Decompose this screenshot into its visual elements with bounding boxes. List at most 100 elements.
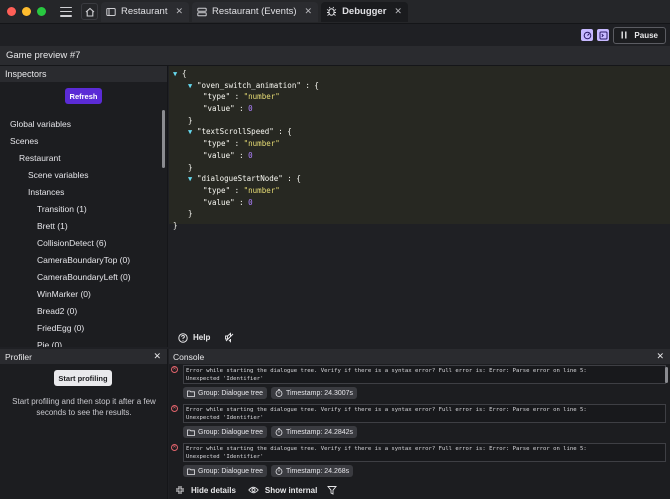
expand-caret-icon[interactable]: ▼ (188, 81, 197, 93)
profiler-panel: Profiler ✕ Start profiling Start profili… (0, 349, 168, 499)
group-chip[interactable]: Group: Dialogue tree (183, 387, 267, 399)
tree-item[interactable]: CollisionDetect (6) (0, 235, 160, 252)
tree-item[interactable]: Bread2 (0) (0, 303, 160, 320)
expand-caret-icon[interactable]: ▼ (188, 127, 197, 139)
hide-details-label: Hide details (191, 485, 236, 495)
open-profiler-button[interactable] (581, 29, 594, 41)
folder-icon (187, 390, 195, 397)
inspector-tree: Global variables Scenes Restaurant Scene va… (0, 116, 160, 347)
code-line: } (173, 220, 178, 230)
log-meta: Group: Dialogue tree Timestamp: 24.2842s (183, 426, 358, 438)
timestamp-chip[interactable]: Timestamp: 24.2842s (270, 426, 358, 438)
code-type-line: "type" : "number" (203, 139, 280, 149)
hide-details-button[interactable]: Hide details (175, 485, 236, 495)
close-tab-icon[interactable]: ✕ (305, 6, 313, 17)
tab-debugger[interactable]: Debugger ✕ (321, 1, 408, 22)
home-icon (85, 7, 94, 17)
events-icon (197, 7, 207, 16)
refresh-button[interactable]: Refresh (65, 88, 102, 104)
log-meta: Group: Dialogue tree Timestamp: 24.3007s (183, 387, 358, 399)
gauge-icon (583, 31, 592, 39)
stopwatch-icon (275, 389, 283, 397)
timestamp-chip[interactable]: Timestamp: 24.3007s (270, 387, 358, 399)
home-tab[interactable] (81, 3, 98, 20)
tab-restaurant-events[interactable]: Restaurant (Events) ✕ (192, 1, 319, 22)
open-console-button[interactable] (597, 29, 610, 41)
close-window-button[interactable] (7, 7, 16, 16)
zoom-window-button[interactable] (37, 7, 46, 16)
terminal-icon (599, 31, 608, 39)
start-profiling-button[interactable]: Start profiling (54, 370, 112, 386)
profiler-header: Profiler ✕ (0, 349, 167, 364)
code-variable-name: ▼ "textScrollSpeed" : { (169, 126, 670, 138)
close-profiler-icon[interactable]: ✕ (153, 351, 161, 362)
profiler-title: Profiler (5, 351, 32, 362)
show-internal-label: Show internal (264, 485, 318, 495)
help-icon (178, 332, 188, 343)
help-label: Help (193, 333, 211, 342)
scene-icon (106, 7, 116, 16)
timestamp-label: Timestamp: 24.268s (285, 467, 350, 475)
console-header: Console ✕ (169, 349, 670, 364)
filter-icon[interactable] (327, 485, 338, 495)
group-chip[interactable]: Group: Dialogue tree (183, 465, 267, 477)
inspectors-scrollbar[interactable] (162, 110, 165, 168)
hamburger-menu-icon[interactable] (60, 6, 72, 17)
console-footer: Hide details Show internal (175, 485, 338, 495)
tree-item[interactable]: CameraBoundaryTop (0) (0, 252, 160, 269)
stopwatch-icon (275, 467, 283, 475)
tree-item[interactable]: WinMarker (0) (0, 286, 160, 303)
eye-icon (248, 486, 259, 494)
close-tab-icon[interactable]: ✕ (394, 6, 402, 17)
inspectors-title-text: Inspectors (5, 69, 47, 79)
tree-item[interactable]: FriedEgg (0) (0, 320, 160, 337)
expand-caret-icon[interactable]: ▼ (173, 69, 182, 81)
tab-label: Restaurant (121, 6, 168, 17)
group-label: Group: Dialogue tree (198, 389, 263, 397)
timestamp-chip[interactable]: Timestamp: 24.268s (270, 465, 354, 477)
tree-item[interactable]: Restaurant (0, 150, 160, 167)
tree-item[interactable]: Global variables (0, 116, 160, 133)
tree-item[interactable]: Brett (1) (0, 218, 160, 235)
tree-item[interactable]: Scenes (0, 133, 160, 150)
tab-label: Debugger (342, 6, 387, 17)
page-title: Game preview #7 (6, 50, 81, 61)
variable-json-view: ▼{▼ "oven_switch_animation" : {"type" : "… (169, 66, 670, 230)
pause-button[interactable]: Pause (613, 26, 666, 44)
error-icon: ✕ (171, 444, 178, 451)
console-title: Console (173, 351, 205, 362)
tree-item[interactable]: Instances (0, 184, 160, 201)
show-internal-button[interactable]: Show internal (248, 485, 317, 495)
tree-item[interactable]: Transition (1) (0, 201, 160, 218)
help-row: Help (178, 332, 235, 343)
code-value-line: "value" : 0 (203, 104, 253, 114)
console-scrollbar[interactable] (665, 367, 668, 383)
expand-caret-icon[interactable]: ▼ (188, 174, 197, 186)
tree-item[interactable]: CameraBoundaryLeft (0) (0, 269, 160, 286)
log-meta: Group: Dialogue tree Timestamp: 24.268s (183, 465, 354, 477)
debugger-toolbar: Pause (581, 24, 666, 46)
code-value-line: "value" : 0 (203, 150, 253, 160)
tab-restaurant[interactable]: Restaurant ✕ (101, 1, 190, 22)
code-type-line: "type" : "number" (203, 185, 280, 195)
collapse-icon (176, 486, 184, 494)
close-tab-icon[interactable]: ✕ (175, 6, 183, 17)
minimize-window-button[interactable] (22, 7, 31, 16)
tree-item[interactable]: Pie (0) (0, 337, 160, 347)
error-message: Error while starting the dialogue tree. … (183, 443, 666, 462)
help-button[interactable]: Help (178, 332, 211, 343)
mute-icon[interactable] (224, 332, 235, 343)
stopwatch-icon (275, 428, 283, 436)
code-type-line: "type" : "number" (203, 92, 280, 102)
group-label: Group: Dialogue tree (198, 428, 263, 436)
tree-item[interactable]: Scene variables (0, 167, 160, 184)
code-line: } (188, 209, 193, 219)
folder-icon (187, 429, 195, 436)
game-preview-header: Game preview #7 (0, 46, 670, 66)
console-panel: Console ✕ ✕ Error while starting the dial… (169, 349, 670, 499)
pause-label: Pause (634, 30, 658, 40)
inspectors-panel: Inspectors Refresh Global variables Scene… (0, 66, 168, 347)
group-chip[interactable]: Group: Dialogue tree (183, 426, 267, 438)
close-console-icon[interactable]: ✕ (656, 351, 664, 362)
bug-icon (326, 6, 337, 16)
